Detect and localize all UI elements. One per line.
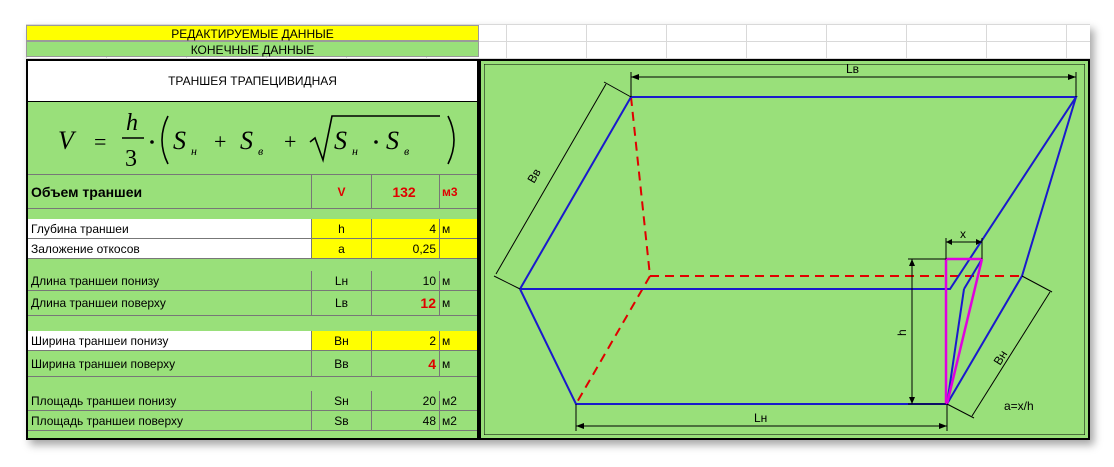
- depth-value[interactable]: 4: [372, 219, 440, 239]
- volume-row: Объем траншеи V 132 м3: [28, 174, 477, 209]
- hidden-edges: [575, 96, 1024, 405]
- table-row: Глубина траншеи h 4 м: [28, 219, 477, 239]
- length-top-label[interactable]: Длина траншеи поверху: [28, 291, 312, 316]
- area-bottom-value[interactable]: 20: [372, 391, 440, 411]
- area-bottom-label[interactable]: Площадь траншеи понизу: [28, 391, 312, 411]
- table-row: Длина траншеи поверху Lв 12 м: [28, 291, 477, 316]
- slope-label[interactable]: Заложение откосов: [28, 239, 312, 259]
- table-row: Ширина траншеи поверху Bв 4 м: [28, 351, 477, 377]
- table-row: Площадь траншеи понизу Sн 20 м2: [28, 391, 477, 411]
- spreadsheet: РЕДАКТИРУЕМЫЕ ДАННЫЕ КОНЕЧНЫЕ ДАННЫЕ ТРА…: [26, 24, 1090, 440]
- width-top-unit[interactable]: м: [440, 351, 477, 377]
- length-top-symbol[interactable]: Lв: [312, 291, 372, 316]
- formula-s1: S: [173, 126, 186, 155]
- length-top-unit[interactable]: м: [440, 291, 477, 316]
- spacer-row: [28, 208, 477, 219]
- width-bottom-value[interactable]: 2: [372, 331, 440, 351]
- label-h: h: [895, 329, 909, 336]
- volume-value[interactable]: 132: [372, 175, 440, 209]
- length-bottom-unit[interactable]: м: [440, 271, 477, 291]
- spacer-row: [28, 316, 477, 331]
- area-bottom-symbol[interactable]: Sн: [312, 391, 372, 411]
- length-top-value[interactable]: 12: [372, 291, 440, 316]
- label-bv: Вв: [524, 166, 543, 185]
- volume-symbol[interactable]: V: [312, 175, 372, 209]
- slope-value[interactable]: 0,25: [372, 239, 440, 259]
- area-top-unit[interactable]: м2: [440, 411, 477, 431]
- volume-label[interactable]: Объем траншеи: [28, 175, 312, 209]
- length-bottom-symbol[interactable]: Lн: [312, 271, 372, 291]
- area-top-symbol[interactable]: Sв: [312, 411, 372, 431]
- table-row: Длина траншеи понизу Lн 10 м: [28, 271, 477, 291]
- final-data-header[interactable]: КОНЕЧНЫЕ ДАННЫЕ: [26, 41, 479, 57]
- depth-symbol[interactable]: h: [312, 219, 372, 239]
- formula-s4: S: [386, 126, 399, 155]
- width-top-symbol[interactable]: Bв: [312, 351, 372, 377]
- label-x: x: [960, 227, 966, 241]
- spacer-row: [28, 259, 477, 271]
- width-top-label[interactable]: Ширина траншеи поверху: [28, 351, 312, 377]
- slope-unit[interactable]: [440, 239, 477, 259]
- depth-label[interactable]: Глубина траншеи: [28, 219, 312, 239]
- trench-diagram-svg: Lв Вв x h Вн Lн a=x/h: [484, 64, 1085, 435]
- formula-sub4: в: [404, 144, 409, 158]
- formula-v: V: [58, 126, 77, 155]
- formula-sub3: н: [352, 144, 358, 158]
- length-bottom-value[interactable]: 10: [372, 271, 440, 291]
- slope-triangle: [944, 257, 984, 405]
- table-row: Площадь траншеи поверху Sв 48 м2: [28, 411, 477, 431]
- spacer-row: [28, 377, 477, 391]
- formula-s2: S: [240, 126, 253, 155]
- length-bottom-label[interactable]: Длина траншеи понизу: [28, 271, 312, 291]
- panel-title[interactable]: ТРАНШЕЯ ТРАПЕЦИВИДНАЯ: [28, 61, 477, 102]
- width-top-value[interactable]: 4: [372, 351, 440, 377]
- editable-data-header[interactable]: РЕДАКТИРУЕМЫЕ ДАННЫЕ: [26, 25, 479, 41]
- arrow-heads: [576, 74, 1076, 429]
- formula-sub2: в: [258, 144, 263, 158]
- label-lv: Lв: [846, 64, 859, 76]
- label-ln: Lн: [754, 411, 767, 425]
- formula-s3: S: [334, 126, 347, 155]
- depth-unit[interactable]: м: [440, 219, 477, 239]
- formula-eq: =: [94, 129, 106, 154]
- trench-diagram: Lв Вв x h Вн Lн a=x/h: [479, 59, 1090, 440]
- calc-panel: ТРАНШЕЯ ТРАПЕЦИВИДНАЯ V = h 3 S н + S в …: [26, 59, 479, 440]
- formula-h: h: [126, 110, 138, 136]
- volume-formula: V = h 3 S н + S в + S н S в: [28, 102, 477, 174]
- formula-svg: V = h 3 S н + S в + S н S в: [58, 110, 455, 172]
- dimension-lines: [493, 72, 1077, 431]
- label-a: a=x/h: [1004, 399, 1034, 413]
- area-top-label[interactable]: Площадь траншеи поверху: [28, 411, 312, 431]
- svg-text:+: +: [214, 129, 226, 154]
- area-bottom-unit[interactable]: м2: [440, 391, 477, 411]
- width-bottom-unit[interactable]: м: [440, 331, 477, 351]
- label-bn: Вн: [991, 348, 1011, 368]
- formula-sub1: н: [191, 144, 197, 158]
- volume-unit[interactable]: м3: [440, 175, 477, 209]
- table-row: Ширина траншеи понизу Bн 2 м: [28, 331, 477, 351]
- formula-three: 3: [125, 146, 137, 172]
- slope-symbol[interactable]: a: [312, 239, 372, 259]
- svg-text:+: +: [284, 129, 296, 154]
- area-top-value[interactable]: 48: [372, 411, 440, 431]
- table-row: Заложение откосов a 0,25: [28, 239, 477, 259]
- width-bottom-symbol[interactable]: Bн: [312, 331, 372, 351]
- width-bottom-label[interactable]: Ширина траншеи понизу: [28, 331, 312, 351]
